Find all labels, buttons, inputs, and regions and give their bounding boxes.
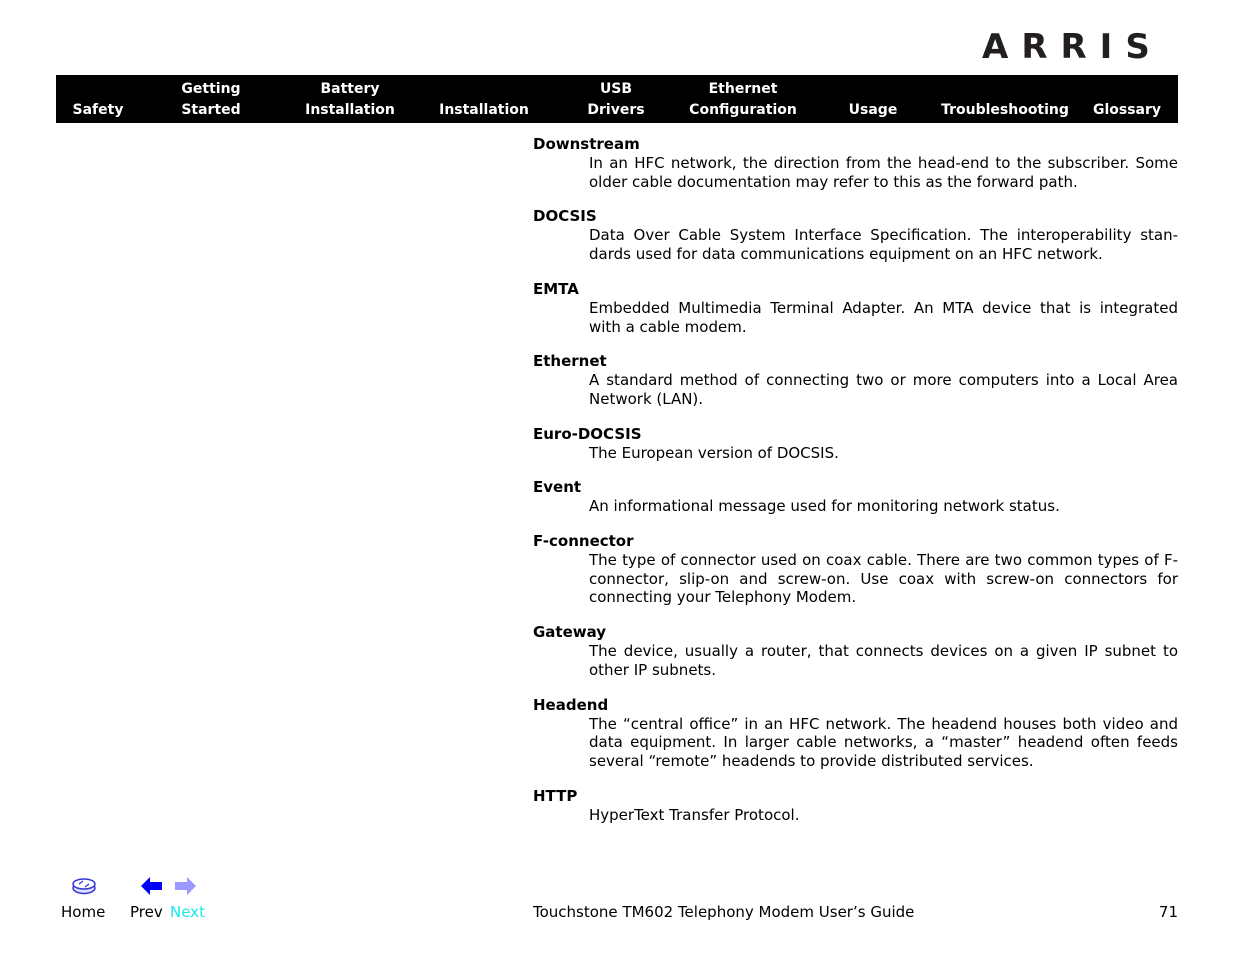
nav-label-line2: Installation: [439, 102, 529, 118]
nav-label-line1: USB: [599, 81, 633, 97]
nav-usage[interactable]: Usage: [836, 75, 910, 123]
nav-battery-installation[interactable]: Battery Installation: [296, 75, 404, 123]
glossary-term: Ethernet: [533, 352, 607, 371]
glossary-definition: The type of connector used on coax cable…: [589, 551, 1178, 607]
nav-usb-drivers[interactable]: USB Drivers: [576, 75, 656, 123]
glossary-entry: Downstream In an HFC network, the direct…: [533, 134, 1178, 191]
glossary-entry: F-connector The type of connector used o…: [533, 531, 1178, 607]
nav-installation[interactable]: Installation: [430, 75, 538, 123]
nav-label-line2: Safety: [72, 102, 124, 118]
glossary-entry: DOCSIS Data Over Cable System Interface …: [533, 206, 1178, 263]
glossary-definition: HyperText Transfer Protocol.: [589, 805, 800, 824]
glossary-definition: The device, usually a router, that conne…: [589, 642, 1178, 679]
nav-label-line2: Started: [181, 102, 241, 118]
arrow-left-icon[interactable]: [141, 876, 163, 896]
glossary-entry: Headend The “central office” in an HFC n…: [533, 695, 1178, 771]
glossary-list: Downstream In an HFC network, the direct…: [533, 134, 1178, 839]
glossary-entry: Gateway The device, usually a router, th…: [533, 622, 1178, 679]
nav-label-line1: Battery: [320, 81, 380, 97]
glossary-term: Headend: [533, 695, 609, 714]
glossary-entry: EMTA Embedded Multimedia Terminal Adapte…: [533, 279, 1178, 336]
glossary-term: DOCSIS: [533, 207, 597, 226]
nav-label-line2: Installation: [305, 102, 395, 118]
glossary-term: Euro-DOCSIS: [533, 424, 642, 443]
glossary-entry: HTTP HyperText Transfer Protocol.: [533, 786, 1178, 825]
glossary-definition: The “central office” in an HFC network. …: [589, 714, 1178, 770]
logo-text: ARRIS: [982, 30, 1163, 62]
arrow-right-icon[interactable]: [174, 876, 196, 896]
glossary-term: EMTA: [533, 279, 579, 298]
nav-label-line2: Usage: [848, 102, 898, 118]
next-link[interactable]: Next: [170, 903, 205, 921]
nav-ethernet-configuration[interactable]: Ethernet Configuration: [682, 75, 804, 123]
glossary-term: F-connector: [533, 532, 634, 551]
nav-label-line2: Drivers: [587, 102, 645, 118]
glossary-definition: An informational message used for monito…: [589, 497, 1060, 516]
nav-label-line2: Glossary: [1092, 102, 1162, 118]
arris-logo: ARRIS: [982, 30, 1163, 62]
glossary-term: Event: [533, 478, 582, 497]
home-link[interactable]: Home: [61, 903, 105, 921]
nav-label-line2: Configuration: [689, 102, 797, 118]
glossary-definition: Embedded Multimedia Terminal Adapter. An…: [589, 298, 1178, 336]
glossary-entry: Ethernet A standard method of connecting…: [533, 351, 1178, 408]
document-title: Touchstone TM602 Telephony Modem User’s …: [533, 903, 915, 921]
prev-link[interactable]: Prev: [130, 903, 163, 921]
page-number: 71: [1158, 903, 1178, 921]
glossary-definition: The European version of DOCSIS.: [589, 443, 839, 462]
glossary-term: Downstream: [533, 135, 640, 153]
nav-getting-started[interactable]: Getting Started: [170, 75, 252, 123]
glossary-term: HTTP: [533, 786, 578, 805]
chapter-nav-bar: Safety Getting Started Battery Installat…: [56, 75, 1178, 123]
glossary-entry: Event An informational message used for …: [533, 477, 1178, 516]
glossary-definition: Data Over Cable System Interface Specifi…: [589, 226, 1178, 264]
nav-troubleshooting[interactable]: Troubleshooting: [936, 75, 1074, 123]
glossary-entry: Euro-DOCSIS The European version of DOCS…: [533, 424, 1178, 463]
nav-label-line1: Ethernet: [708, 81, 778, 97]
nav-glossary[interactable]: Glossary: [1086, 75, 1168, 123]
nav-safety[interactable]: Safety: [56, 75, 140, 123]
glossary-definition: In an HFC network, the direction from th…: [589, 154, 1178, 191]
glossary-definition: A standard method of connecting two or m…: [589, 371, 1178, 408]
glossary-term: Gateway: [533, 623, 607, 642]
nav-label-line2: Troubleshooting: [941, 102, 1069, 118]
nav-label-line1: Getting: [181, 81, 241, 97]
home-disc-icon[interactable]: [71, 877, 97, 895]
